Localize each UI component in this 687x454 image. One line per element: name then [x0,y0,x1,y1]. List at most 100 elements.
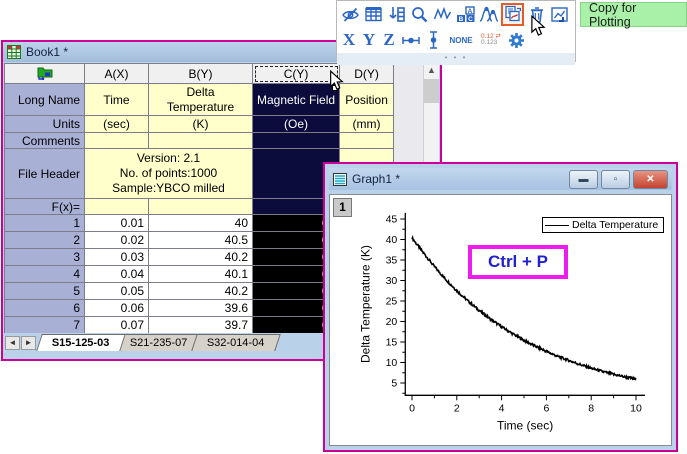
cell[interactable]: Time [85,84,149,116]
cell[interactable]: 40.2 [149,283,253,300]
label-row: Units(sec)(K)(Oe)(mm) [5,116,394,133]
tooltip: Copy for Plotting [580,2,687,27]
cell[interactable]: (mm) [340,116,394,133]
svg-text:35: 35 [386,255,398,267]
legend-label: Delta Temperature [572,219,658,231]
settings-gear-icon[interactable] [506,30,527,51]
column-header-C(Y)[interactable]: C(Y) [253,64,340,84]
row-label[interactable]: Long Name [5,84,85,116]
graph-icon [333,173,347,186]
cell[interactable]: 40.5 [149,232,253,249]
cell[interactable]: 0.07 [85,317,149,334]
toolbar-grip[interactable]: • • • [337,53,575,65]
sheet-tab-S32-014-04[interactable]: S32-014-04 [191,334,280,351]
cell[interactable]: 40.1 [149,266,253,283]
row-number[interactable]: 6 [5,300,85,317]
svg-text:Time (sec): Time (sec) [497,418,553,432]
svg-text:0: 0 [409,402,415,414]
file-header-cell[interactable]: Version: 2.1No. of points:1000Sample:YBC… [85,149,253,199]
column-labels-icon[interactable]: A B C [455,4,476,25]
cell[interactable] [149,199,253,215]
svg-text:20: 20 [386,316,398,328]
set-as-z-button[interactable]: Z [380,30,398,51]
cell[interactable] [253,133,340,149]
cell[interactable]: 0.02 [85,232,149,249]
set-as-x-button[interactable]: X [340,30,358,51]
y-error-bar-icon[interactable] [423,30,444,51]
row-label[interactable]: F(x)= [5,199,85,215]
layer-1-badge[interactable]: 1 [333,198,352,217]
legend-line-sample [545,225,569,226]
svg-text:Delta Temperature (K): Delta Temperature (K) [358,245,372,363]
export-graph-icon[interactable] [549,4,570,25]
restore-button[interactable]: ▫ [601,170,630,189]
row-label[interactable]: File Header [5,149,85,199]
peak-analysis-icon[interactable] [478,4,499,25]
cell[interactable]: Position [340,84,394,116]
scrollbar-thumb[interactable] [424,79,439,103]
row-number[interactable]: 4 [5,266,85,283]
column-header-A(X)[interactable]: A(X) [85,64,149,84]
tab-scroll-right-icon[interactable]: ► [21,336,36,350]
svg-text:5: 5 [391,378,397,390]
cell[interactable] [340,133,394,149]
insert-column-icon[interactable] [386,4,407,25]
svg-text:40: 40 [386,234,398,246]
tab-scroll-left-icon[interactable]: ◄ [5,336,20,350]
cell[interactable]: 0.03 [85,249,149,266]
row-number[interactable]: 1 [5,215,85,232]
delete-icon[interactable] [526,4,547,25]
zoom-icon[interactable] [409,4,430,25]
cell[interactable]: (Oe) [253,116,340,133]
set-as-y-button[interactable]: Y [360,30,378,51]
unhide-icon[interactable] [340,4,361,25]
svg-text:10: 10 [386,357,398,369]
svg-text:8: 8 [588,402,594,414]
sheet-tab-S15-125-03[interactable]: S15-125-03 [36,334,125,351]
column-header-B(Y)[interactable]: B(Y) [149,64,253,84]
svg-text:25: 25 [386,296,398,308]
minimize-button[interactable]: ▬ [569,170,598,189]
cell[interactable]: 39.7 [149,317,253,334]
graph1-titlebar[interactable]: Graph1 * ▬ ▫ ✕ [329,168,672,190]
graph1-title: Graph1 * [352,172,400,186]
sheet-tab-S21-235-07[interactable]: S21-235-07 [114,334,203,351]
svg-text:15: 15 [386,337,398,349]
sparklines-icon[interactable] [432,4,453,25]
mini-toolbar-row2: X Y Z NONE 0.12 ⇄0.123 [337,27,575,53]
row-label[interactable]: Units [5,116,85,133]
cell[interactable]: (K) [149,116,253,133]
x-error-bar-icon[interactable] [400,30,421,51]
copy-for-plotting-icon[interactable] [501,3,524,26]
cell[interactable]: 40 [149,215,253,232]
cell[interactable] [85,133,149,149]
close-button[interactable]: ✕ [633,170,668,189]
cell[interactable] [85,199,149,215]
cell[interactable]: 0.06 [85,300,149,317]
row-number[interactable]: 7 [5,317,85,334]
cell[interactable]: 0.01 [85,215,149,232]
column-header-D(Y)[interactable]: D(Y) [340,64,394,84]
cell[interactable] [149,133,253,149]
number-format-icon[interactable]: 0.12 ⇄0.123 [478,30,504,51]
cell[interactable]: Delta Temperature [149,84,253,116]
cell[interactable]: 0.05 [85,283,149,300]
column-header-row: A(X)B(Y)C(Y)D(Y) [5,64,394,84]
worksheet-corner-cell[interactable] [5,64,85,84]
cell[interactable]: 0.04 [85,266,149,283]
row-number[interactable]: 2 [5,232,85,249]
svg-text:6: 6 [543,402,549,414]
cell[interactable]: (sec) [85,116,149,133]
row-label[interactable]: Comments [5,133,85,149]
cell[interactable]: 39.6 [149,300,253,317]
legend[interactable]: Delta Temperature [542,217,664,233]
worksheet-grid-icon[interactable] [363,4,384,25]
book1-title: Book1 * [26,45,68,59]
set-as-none-button[interactable]: NONE [446,30,476,51]
cell[interactable]: Magnetic Field [253,84,340,116]
svg-text:2: 2 [454,402,460,414]
row-number[interactable]: 3 [5,249,85,266]
cell[interactable]: 40.2 [149,249,253,266]
scroll-up-icon[interactable]: ▲ [424,63,439,78]
row-number[interactable]: 5 [5,283,85,300]
